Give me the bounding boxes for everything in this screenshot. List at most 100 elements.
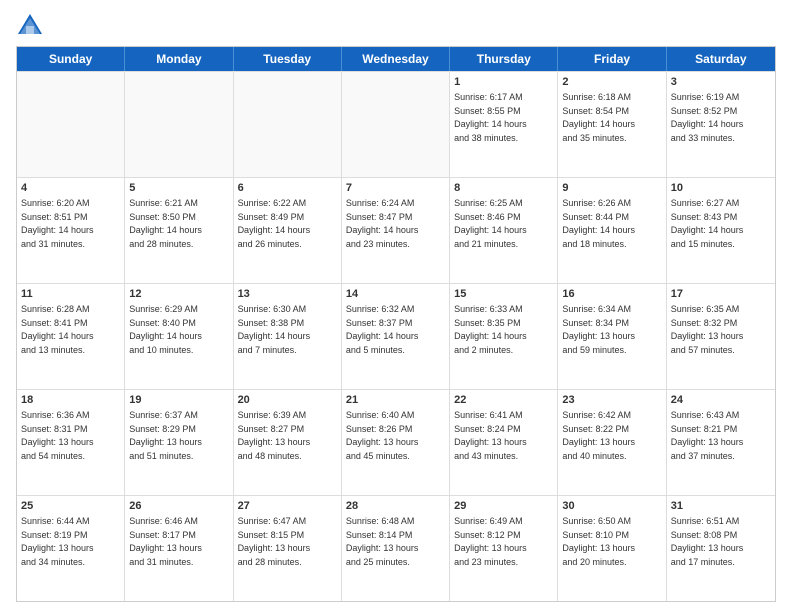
calendar-cell-5-1: 25 Sunrise: 6:44 AM Sunset: 8:19 PM Dayli…: [17, 496, 125, 601]
calendar-cell-2-5: 8 Sunrise: 6:25 AM Sunset: 8:46 PM Daylig…: [450, 178, 558, 283]
calendar-cell-4-5: 22 Sunrise: 6:41 AM Sunset: 8:24 PM Dayli…: [450, 390, 558, 495]
calendar-cell-4-6: 23 Sunrise: 6:42 AM Sunset: 8:22 PM Dayli…: [558, 390, 666, 495]
calendar-cell-1-3: [234, 72, 342, 177]
calendar-cell-3-1: 11 Sunrise: 6:28 AM Sunset: 8:41 PM Dayli…: [17, 284, 125, 389]
calendar-cell-1-2: [125, 72, 233, 177]
calendar-header-monday: Monday: [125, 47, 233, 71]
day-number: 19: [129, 393, 228, 408]
day-number: 15: [454, 287, 553, 302]
cell-info: Sunrise: 6:48 AM Sunset: 8:14 PM Dayligh…: [346, 516, 419, 567]
day-number: 30: [562, 499, 661, 514]
cell-info: Sunrise: 6:27 AM Sunset: 8:43 PM Dayligh…: [671, 198, 744, 249]
calendar-week-2: 4Sunrise: 6:20 AM Sunset: 8:51 PM Daylig…: [17, 177, 775, 283]
day-number: 13: [238, 287, 337, 302]
calendar-header-saturday: Saturday: [667, 47, 775, 71]
cell-info: Sunrise: 6:25 AM Sunset: 8:46 PM Dayligh…: [454, 198, 527, 249]
cell-info: Sunrise: 6:37 AM Sunset: 8:29 PM Dayligh…: [129, 410, 202, 461]
calendar-cell-5-7: 31Sunrise: 6:51 AM Sunset: 8:08 PM Dayli…: [667, 496, 775, 601]
cell-info: Sunrise: 6:41 AM Sunset: 8:24 PM Dayligh…: [454, 410, 527, 461]
day-number: 27: [238, 499, 337, 514]
day-number: 31: [671, 499, 771, 514]
cell-info: Sunrise: 6:28 AM Sunset: 8:41 PM Dayligh…: [21, 304, 94, 355]
cell-info: Sunrise: 6:46 AM Sunset: 8:17 PM Dayligh…: [129, 516, 202, 567]
cell-info: Sunrise: 6:33 AM Sunset: 8:35 PM Dayligh…: [454, 304, 527, 355]
calendar-cell-3-3: 13 Sunrise: 6:30 AM Sunset: 8:38 PM Dayli…: [234, 284, 342, 389]
calendar-cell-3-5: 15 Sunrise: 6:33 AM Sunset: 8:35 PM Dayli…: [450, 284, 558, 389]
cell-info: Sunrise: 6:26 AM Sunset: 8:44 PM Dayligh…: [562, 198, 635, 249]
cell-info: Sunrise: 6:39 AM Sunset: 8:27 PM Dayligh…: [238, 410, 311, 461]
calendar: SundayMondayTuesdayWednesdayThursdayFrid…: [16, 46, 776, 602]
page: SundayMondayTuesdayWednesdayThursdayFrid…: [0, 0, 792, 612]
calendar-week-3: 11 Sunrise: 6:28 AM Sunset: 8:41 PM Dayli…: [17, 283, 775, 389]
cell-info: Sunrise: 6:24 AM Sunset: 8:47 PM Dayligh…: [346, 198, 419, 249]
day-number: 21: [346, 393, 445, 408]
calendar-cell-3-2: 12Sunrise: 6:29 AM Sunset: 8:40 PM Dayli…: [125, 284, 233, 389]
logo-icon: [16, 12, 44, 40]
calendar-week-5: 25 Sunrise: 6:44 AM Sunset: 8:19 PM Dayli…: [17, 495, 775, 601]
day-number: 18: [21, 393, 120, 408]
calendar-cell-5-6: 30 Sunrise: 6:50 AM Sunset: 8:10 PM Dayli…: [558, 496, 666, 601]
day-number: 7: [346, 181, 445, 196]
cell-info: Sunrise: 6:34 AM Sunset: 8:34 PM Dayligh…: [562, 304, 635, 355]
day-number: 3: [671, 75, 771, 90]
cell-info: Sunrise: 6:50 AM Sunset: 8:10 PM Dayligh…: [562, 516, 635, 567]
cell-info: Sunrise: 6:42 AM Sunset: 8:22 PM Dayligh…: [562, 410, 635, 461]
calendar-cell-1-5: 1 Sunrise: 6:17 AM Sunset: 8:55 PM Daylig…: [450, 72, 558, 177]
calendar-cell-1-6: 2 Sunrise: 6:18 AM Sunset: 8:54 PM Daylig…: [558, 72, 666, 177]
day-number: 29: [454, 499, 553, 514]
day-number: 23: [562, 393, 661, 408]
cell-info: Sunrise: 6:43 AM Sunset: 8:21 PM Dayligh…: [671, 410, 744, 461]
cell-info: Sunrise: 6:40 AM Sunset: 8:26 PM Dayligh…: [346, 410, 419, 461]
cell-info: Sunrise: 6:44 AM Sunset: 8:19 PM Dayligh…: [21, 516, 94, 567]
calendar-body: 1 Sunrise: 6:17 AM Sunset: 8:55 PM Daylig…: [17, 71, 775, 601]
calendar-cell-3-7: 17 Sunrise: 6:35 AM Sunset: 8:32 PM Dayli…: [667, 284, 775, 389]
calendar-cell-4-2: 19 Sunrise: 6:37 AM Sunset: 8:29 PM Dayli…: [125, 390, 233, 495]
cell-info: Sunrise: 6:36 AM Sunset: 8:31 PM Dayligh…: [21, 410, 94, 461]
calendar-cell-3-4: 14 Sunrise: 6:32 AM Sunset: 8:37 PM Dayli…: [342, 284, 450, 389]
calendar-cell-5-4: 28Sunrise: 6:48 AM Sunset: 8:14 PM Dayli…: [342, 496, 450, 601]
day-number: 10: [671, 181, 771, 196]
calendar-cell-3-6: 16Sunrise: 6:34 AM Sunset: 8:34 PM Dayli…: [558, 284, 666, 389]
calendar-cell-2-7: 10 Sunrise: 6:27 AM Sunset: 8:43 PM Dayli…: [667, 178, 775, 283]
calendar-header-thursday: Thursday: [450, 47, 558, 71]
calendar-cell-4-4: 21 Sunrise: 6:40 AM Sunset: 8:26 PM Dayli…: [342, 390, 450, 495]
cell-info: Sunrise: 6:21 AM Sunset: 8:50 PM Dayligh…: [129, 198, 202, 249]
calendar-header-row: SundayMondayTuesdayWednesdayThursdayFrid…: [17, 47, 775, 71]
calendar-cell-2-2: 5Sunrise: 6:21 AM Sunset: 8:50 PM Daylig…: [125, 178, 233, 283]
calendar-cell-4-7: 24 Sunrise: 6:43 AM Sunset: 8:21 PM Dayli…: [667, 390, 775, 495]
day-number: 25: [21, 499, 120, 514]
day-number: 14: [346, 287, 445, 302]
calendar-header-sunday: Sunday: [17, 47, 125, 71]
calendar-cell-5-3: 27 Sunrise: 6:47 AM Sunset: 8:15 PM Dayli…: [234, 496, 342, 601]
day-number: 20: [238, 393, 337, 408]
day-number: 1: [454, 75, 553, 90]
calendar-header-friday: Friday: [558, 47, 666, 71]
day-number: 12: [129, 287, 228, 302]
calendar-cell-2-4: 7 Sunrise: 6:24 AM Sunset: 8:47 PM Daylig…: [342, 178, 450, 283]
calendar-cell-2-1: 4Sunrise: 6:20 AM Sunset: 8:51 PM Daylig…: [17, 178, 125, 283]
day-number: 4: [21, 181, 120, 196]
cell-info: Sunrise: 6:17 AM Sunset: 8:55 PM Dayligh…: [454, 92, 527, 143]
calendar-cell-4-3: 20 Sunrise: 6:39 AM Sunset: 8:27 PM Dayli…: [234, 390, 342, 495]
day-number: 6: [238, 181, 337, 196]
day-number: 24: [671, 393, 771, 408]
logo: [16, 12, 48, 40]
cell-info: Sunrise: 6:22 AM Sunset: 8:49 PM Dayligh…: [238, 198, 311, 249]
cell-info: Sunrise: 6:30 AM Sunset: 8:38 PM Dayligh…: [238, 304, 311, 355]
calendar-cell-1-4: [342, 72, 450, 177]
day-number: 2: [562, 75, 661, 90]
cell-info: Sunrise: 6:18 AM Sunset: 8:54 PM Dayligh…: [562, 92, 635, 143]
calendar-cell-5-2: 26Sunrise: 6:46 AM Sunset: 8:17 PM Dayli…: [125, 496, 233, 601]
day-number: 22: [454, 393, 553, 408]
cell-info: Sunrise: 6:35 AM Sunset: 8:32 PM Dayligh…: [671, 304, 744, 355]
day-number: 8: [454, 181, 553, 196]
calendar-cell-5-5: 29 Sunrise: 6:49 AM Sunset: 8:12 PM Dayli…: [450, 496, 558, 601]
day-number: 11: [21, 287, 120, 302]
cell-info: Sunrise: 6:49 AM Sunset: 8:12 PM Dayligh…: [454, 516, 527, 567]
day-number: 17: [671, 287, 771, 302]
cell-info: Sunrise: 6:32 AM Sunset: 8:37 PM Dayligh…: [346, 304, 419, 355]
calendar-week-4: 18 Sunrise: 6:36 AM Sunset: 8:31 PM Dayli…: [17, 389, 775, 495]
cell-info: Sunrise: 6:47 AM Sunset: 8:15 PM Dayligh…: [238, 516, 311, 567]
calendar-header-tuesday: Tuesday: [234, 47, 342, 71]
cell-info: Sunrise: 6:19 AM Sunset: 8:52 PM Dayligh…: [671, 92, 744, 143]
